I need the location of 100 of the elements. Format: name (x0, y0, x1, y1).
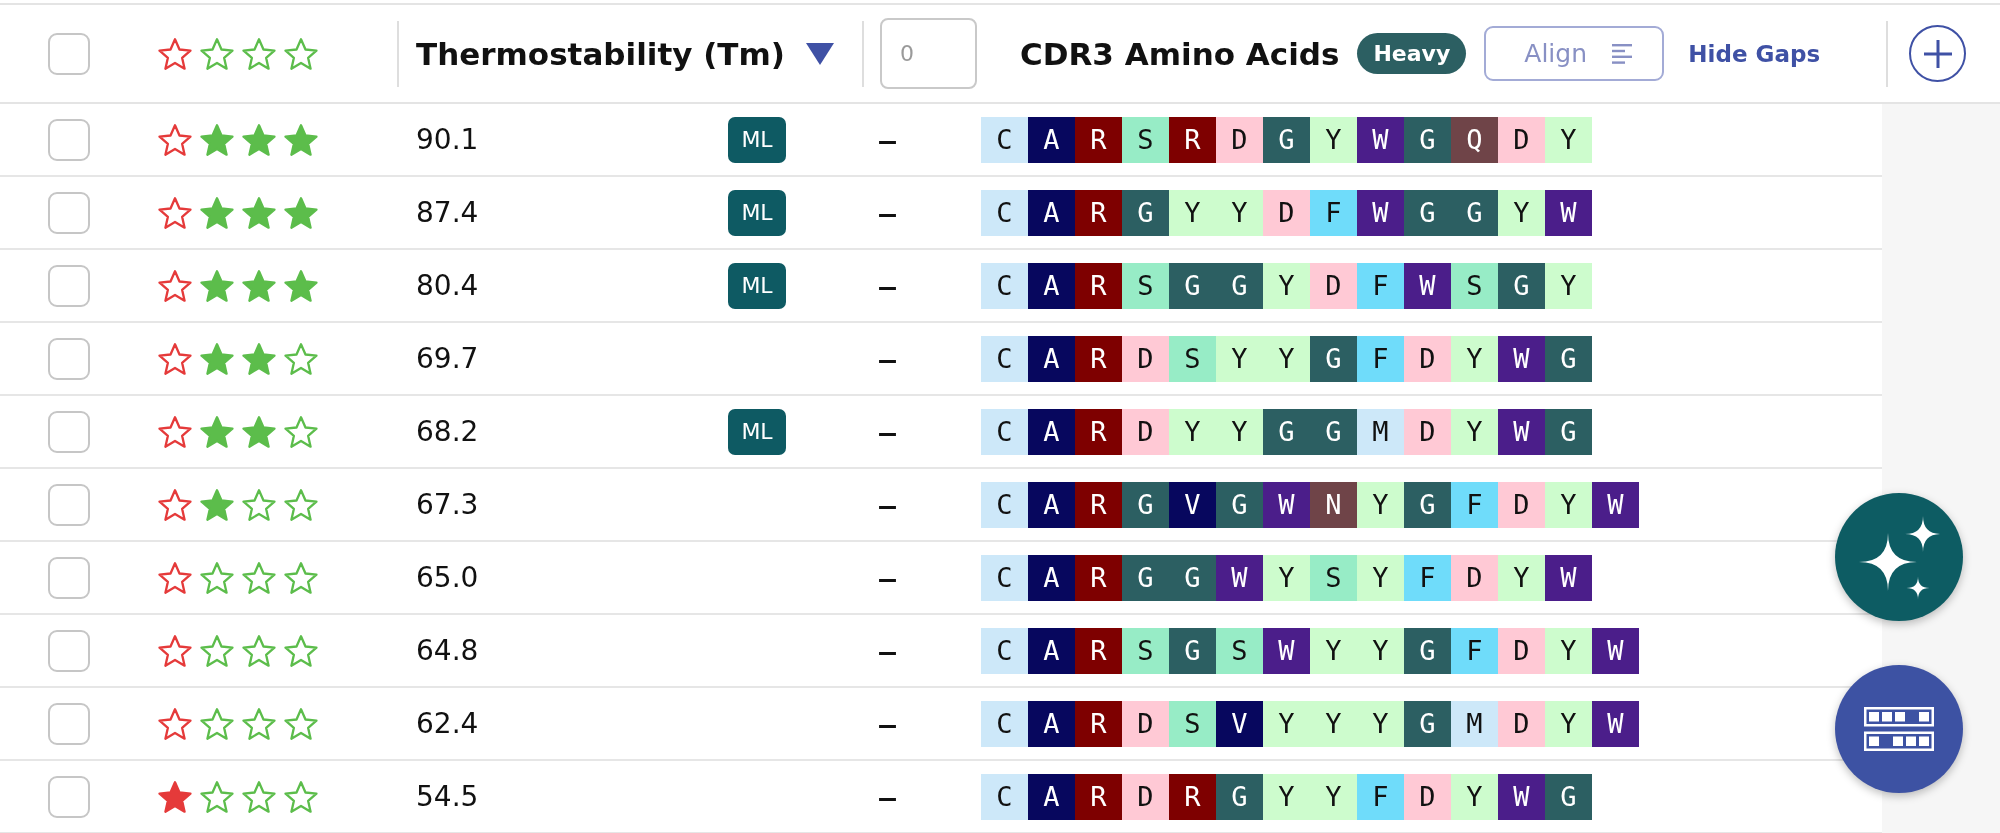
residue-tile: C (981, 116, 1028, 163)
residue-tile: F (1357, 773, 1404, 820)
residue-tile: D (1404, 773, 1451, 820)
star-icon[interactable] (158, 269, 192, 302)
star-icon[interactable] (284, 123, 318, 156)
residue-tile: S (1122, 116, 1169, 163)
add-button[interactable] (1909, 25, 1966, 82)
residue-tile: A (1028, 408, 1075, 455)
star-icon[interactable] (284, 37, 318, 70)
residue-tile: N (1310, 481, 1357, 528)
star-icon[interactable] (200, 488, 234, 521)
star-icon[interactable] (158, 415, 192, 448)
residue-tile: Y (1216, 408, 1263, 455)
tm-value: 65.0 (416, 561, 479, 594)
residue-tile: Y (1169, 189, 1216, 236)
star-icon[interactable] (242, 634, 276, 667)
star-icon[interactable] (158, 488, 192, 521)
residue-tile: Y (1498, 189, 1545, 236)
star-icon[interactable] (284, 269, 318, 302)
residue-tile: Y (1545, 627, 1592, 674)
residue-tile: Y (1357, 554, 1404, 601)
star-icon[interactable] (158, 780, 192, 813)
star-icon[interactable] (200, 415, 234, 448)
residue-tile: A (1028, 627, 1075, 674)
filter-input[interactable]: 0 (880, 18, 977, 89)
residue-tile: A (1028, 262, 1075, 309)
residue-tile: S (1122, 627, 1169, 674)
residue-tile: G (1122, 554, 1169, 601)
checkbox[interactable] (48, 556, 90, 599)
residue-tile: R (1075, 335, 1122, 382)
residue-tile: Y (1545, 481, 1592, 528)
star-icon[interactable] (158, 342, 192, 375)
star-icon[interactable] (200, 123, 234, 156)
star-icon[interactable] (242, 561, 276, 594)
residue-tile: G (1451, 189, 1498, 236)
residue-tile: W (1545, 554, 1592, 601)
star-icon[interactable] (200, 561, 234, 594)
star-icon[interactable] (200, 196, 234, 229)
star-icon[interactable] (158, 37, 192, 70)
star-icon[interactable] (284, 634, 318, 667)
residue-tile: C (981, 481, 1028, 528)
residue-tile: D (1498, 481, 1545, 528)
ml-badge: ML (728, 116, 786, 163)
empty-value: – (877, 191, 898, 234)
star-icon[interactable] (242, 780, 276, 813)
star-icon[interactable] (158, 561, 192, 594)
star-icon[interactable] (200, 780, 234, 813)
checkbox[interactable] (48, 264, 90, 307)
residue-tile: F (1404, 554, 1451, 601)
star-icon[interactable] (284, 707, 318, 740)
star-icon[interactable] (158, 196, 192, 229)
checkbox[interactable] (48, 118, 90, 161)
residue-tile: G (1404, 189, 1451, 236)
star-icon[interactable] (242, 488, 276, 521)
checkbox[interactable] (48, 191, 90, 234)
star-icon[interactable] (158, 123, 192, 156)
checkbox[interactable] (48, 483, 90, 526)
residue-tile: W (1498, 773, 1545, 820)
checkbox[interactable] (48, 410, 90, 453)
star-icon[interactable] (158, 707, 192, 740)
star-icon[interactable] (200, 634, 234, 667)
residue-tile: G (1404, 116, 1451, 163)
star-icon[interactable] (200, 269, 234, 302)
star-icon[interactable] (242, 269, 276, 302)
residue-tile: R (1075, 773, 1122, 820)
tm-value: 90.1 (416, 123, 479, 156)
residue-tile: S (1169, 700, 1216, 747)
checkbox[interactable] (48, 629, 90, 672)
star-icon[interactable] (242, 196, 276, 229)
column-title[interactable]: Thermostability (Tm) (416, 35, 785, 72)
residue-tile: V (1216, 700, 1263, 747)
star-icon[interactable] (200, 707, 234, 740)
residue-tile: D (1498, 116, 1545, 163)
residue-tile: R (1075, 189, 1122, 236)
sort-icon[interactable] (806, 42, 834, 65)
star-icon[interactable] (242, 415, 276, 448)
residue-tile: D (1498, 627, 1545, 674)
checkbox[interactable] (48, 775, 90, 818)
checkbox[interactable] (48, 32, 90, 75)
star-icon[interactable] (242, 123, 276, 156)
checkbox[interactable] (48, 702, 90, 745)
star-icon[interactable] (242, 37, 276, 70)
hide-gaps-link[interactable]: Hide Gaps (1688, 40, 1821, 67)
residue-tile: D (1122, 700, 1169, 747)
star-icon[interactable] (284, 196, 318, 229)
star-icon[interactable] (200, 37, 234, 70)
star-icon[interactable] (242, 707, 276, 740)
residue-tile: Y (1310, 627, 1357, 674)
star-icon[interactable] (284, 415, 318, 448)
residue-tile: G (1216, 773, 1263, 820)
checkbox[interactable] (48, 337, 90, 380)
residue-tile: R (1075, 554, 1122, 601)
residue-tile: D (1404, 408, 1451, 455)
star-icon[interactable] (200, 342, 234, 375)
star-icon[interactable] (242, 342, 276, 375)
star-icon[interactable] (284, 342, 318, 375)
star-icon[interactable] (284, 561, 318, 594)
star-icon[interactable] (284, 488, 318, 521)
star-icon[interactable] (158, 634, 192, 667)
star-icon[interactable] (284, 780, 318, 813)
